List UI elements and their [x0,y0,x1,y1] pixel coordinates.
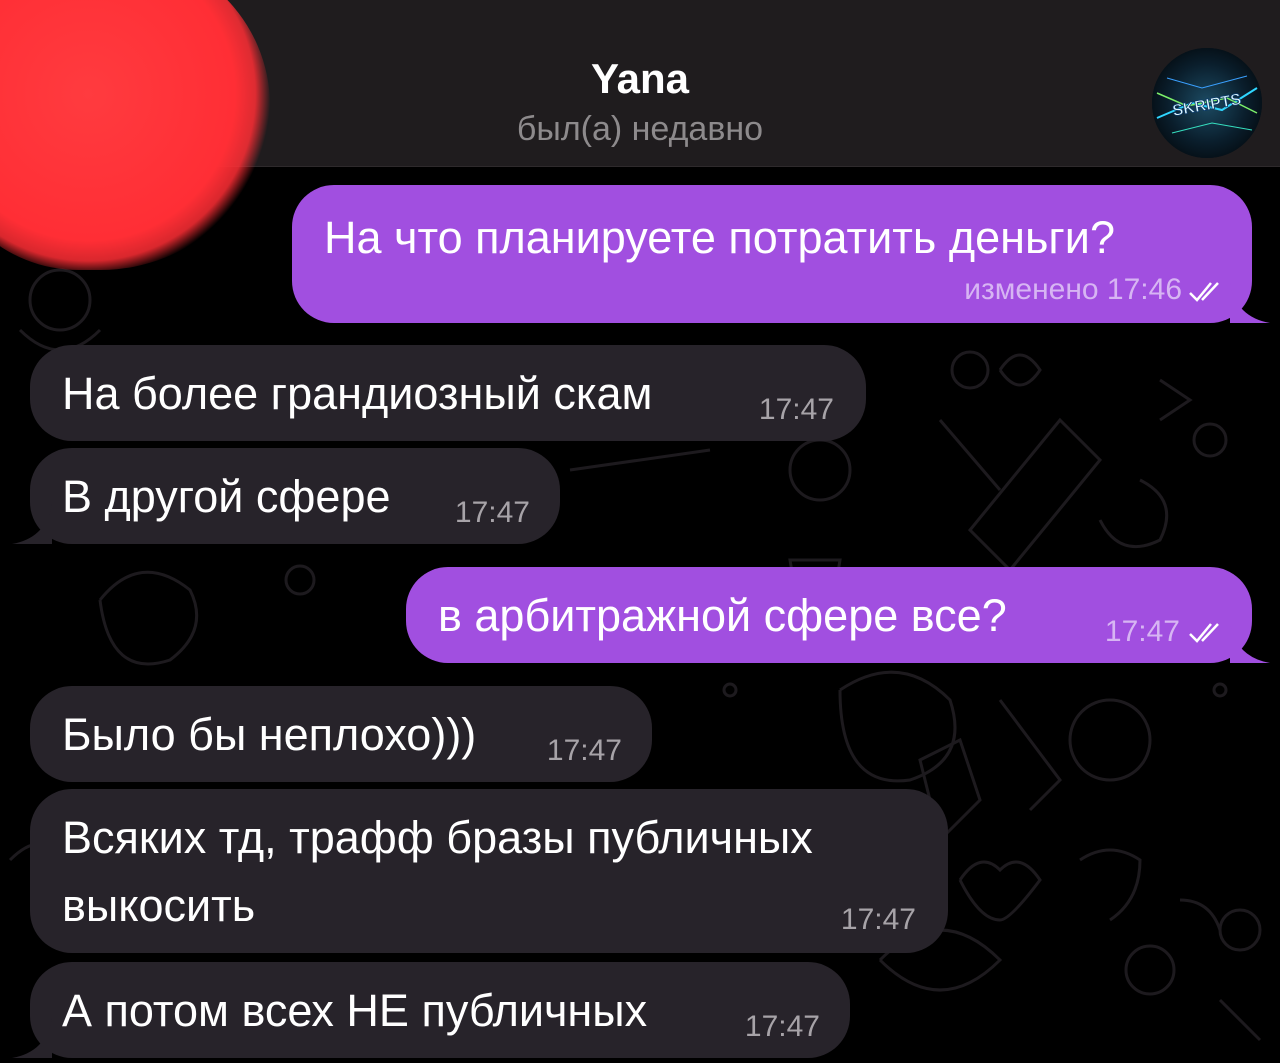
message-bubble-incoming[interactable]: На более грандиозный скам 17:47 [30,345,866,441]
double-check-icon [1189,282,1219,302]
message-timestamp: изменено 17:46 [964,273,1182,306]
message-text: На более грандиозный скам [62,368,653,419]
message-bubble-outgoing[interactable]: в арбитражной сфере все? 17:47 [406,567,1270,663]
bubble-tail [1230,623,1270,663]
message-bubble-outgoing[interactable]: На что планируете потратить деньги? изме… [292,185,1270,323]
message-text-line-1: Всяких тд, трафф бразы публичных [62,812,813,863]
bubble-tail [1230,283,1270,323]
double-check-icon [1189,623,1219,643]
bubble-tail [12,1018,52,1058]
message-text-line-2: выкосить [62,880,256,931]
message-timestamp: 17:47 [758,393,834,426]
message-bubble-incoming[interactable]: В другой сфере 17:47 [12,448,560,544]
message-bubble-incoming[interactable]: А потом всех НЕ публичных 17:47 [12,962,850,1058]
message-text: в арбитражной сфере все? [438,590,1007,641]
message-timestamp: 17:47 [546,734,622,767]
message-text: Было бы неплохо))) [62,709,477,760]
message-timestamp: 17:47 [840,903,916,936]
bubble-tail [12,504,52,544]
message-timestamp: 17:47 [1104,615,1180,648]
contact-avatar[interactable]: SKRIPTS [1152,48,1262,158]
message-bubble-incoming[interactable]: Всяких тд, трафф бразы публичных выкосит… [30,789,948,953]
message-text: На что планируете потратить деньги? [324,212,1115,263]
message-text: В другой сфере [62,471,391,522]
message-timestamp: 17:47 [744,1010,820,1043]
message-text: А потом всех НЕ публичных [62,985,648,1036]
message-bubble-incoming[interactable]: Было бы неплохо))) 17:47 [30,686,652,782]
message-timestamp: 17:47 [454,496,530,529]
